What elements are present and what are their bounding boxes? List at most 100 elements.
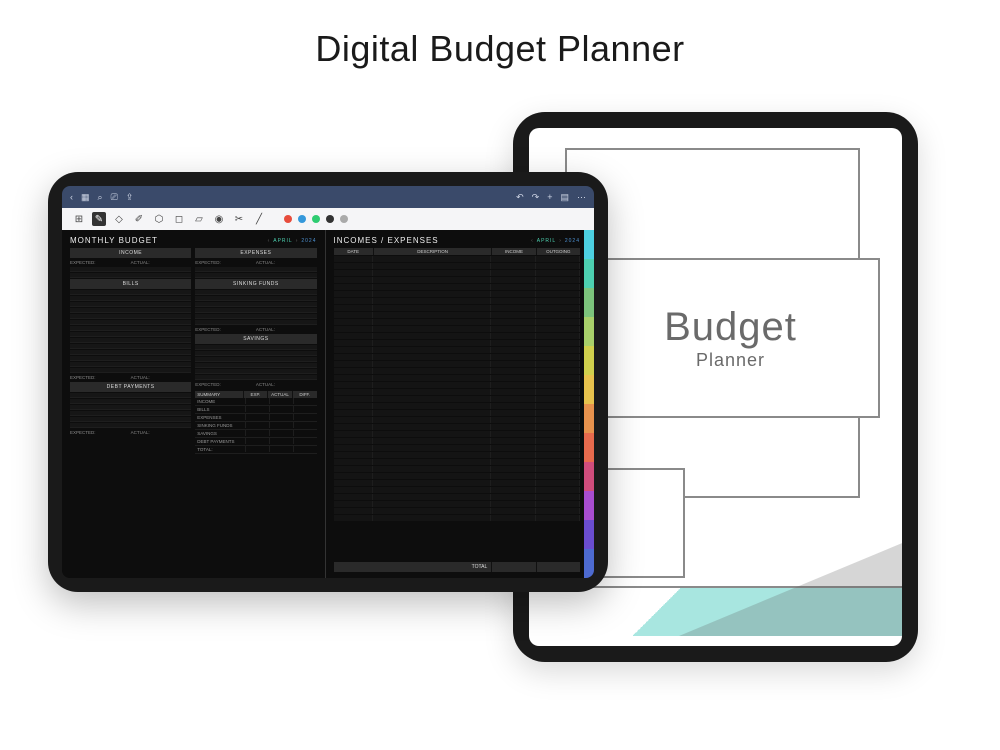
table-row[interactable]	[334, 375, 581, 381]
table-row[interactable]	[334, 347, 581, 353]
add-icon[interactable]: +	[547, 192, 552, 202]
table-row[interactable]	[334, 319, 581, 325]
table-row[interactable]	[195, 375, 316, 380]
color-black[interactable]	[326, 215, 334, 223]
table-row[interactable]	[70, 411, 191, 416]
table-row[interactable]	[334, 403, 581, 409]
table-row[interactable]	[334, 340, 581, 346]
table-row[interactable]	[334, 291, 581, 297]
prev-month-icon-r[interactable]: ‹	[531, 238, 534, 244]
undo-icon[interactable]: ↶	[516, 192, 524, 203]
table-row[interactable]	[334, 480, 581, 486]
month-tab-7[interactable]	[584, 404, 594, 433]
layers-icon[interactable]: ▤	[560, 192, 569, 203]
text-tool-icon[interactable]: ⊞	[72, 212, 86, 226]
share-icon[interactable]: ⇪	[126, 192, 134, 203]
table-row[interactable]	[334, 326, 581, 332]
table-row[interactable]	[334, 410, 581, 416]
lasso-tool-icon[interactable]: ⬡	[152, 212, 166, 226]
table-row[interactable]	[70, 296, 191, 301]
table-row[interactable]	[195, 345, 316, 350]
month-tab-2[interactable]	[584, 259, 594, 288]
table-row[interactable]	[70, 326, 191, 331]
month-tab-12[interactable]	[584, 549, 594, 578]
table-row[interactable]	[70, 399, 191, 404]
table-row[interactable]	[334, 396, 581, 402]
table-row[interactable]	[334, 368, 581, 374]
table-row[interactable]	[334, 298, 581, 304]
table-row[interactable]	[334, 494, 581, 500]
table-row[interactable]	[334, 312, 581, 318]
current-month-r[interactable]: APRIL	[537, 238, 556, 244]
redo-icon[interactable]: ↷	[532, 192, 540, 203]
table-row[interactable]	[70, 273, 191, 278]
table-row[interactable]	[70, 423, 191, 428]
month-tab-4[interactable]	[584, 317, 594, 346]
table-row[interactable]	[70, 290, 191, 295]
table-row[interactable]	[70, 356, 191, 361]
more-icon[interactable]: ⋯	[577, 192, 586, 203]
month-tab-1[interactable]	[584, 230, 594, 259]
image-tool-icon[interactable]: ▱	[192, 212, 206, 226]
color-red[interactable]	[284, 215, 292, 223]
month-tab-9[interactable]	[584, 462, 594, 491]
table-row[interactable]	[70, 320, 191, 325]
table-row[interactable]	[334, 508, 581, 514]
bookmark-icon[interactable]: ⎚	[111, 192, 118, 203]
current-year[interactable]: 2024	[301, 238, 316, 244]
month-tab-8[interactable]	[584, 433, 594, 462]
table-row[interactable]	[70, 302, 191, 307]
table-row[interactable]	[70, 350, 191, 355]
table-row[interactable]	[334, 382, 581, 388]
search-icon[interactable]: ⌕	[98, 192, 103, 203]
table-row[interactable]	[334, 389, 581, 395]
next-month-icon-r[interactable]: ›	[559, 238, 562, 244]
crop-tool-icon[interactable]: ✂	[232, 212, 246, 226]
table-row[interactable]	[334, 452, 581, 458]
table-row[interactable]	[334, 501, 581, 507]
table-row[interactable]	[334, 270, 581, 276]
month-tab-3[interactable]	[584, 288, 594, 317]
table-row[interactable]	[195, 308, 316, 313]
table-row[interactable]	[334, 445, 581, 451]
table-row[interactable]	[334, 466, 581, 472]
table-row[interactable]	[334, 305, 581, 311]
table-row[interactable]	[70, 344, 191, 349]
color-gray[interactable]	[340, 215, 348, 223]
table-row[interactable]	[334, 354, 581, 360]
month-tab-5[interactable]	[584, 346, 594, 375]
table-row[interactable]	[334, 284, 581, 290]
table-row[interactable]	[70, 417, 191, 422]
pen-tool-icon[interactable]: ✎	[92, 212, 106, 226]
month-tab-11[interactable]	[584, 520, 594, 549]
table-row[interactable]	[334, 438, 581, 444]
table-row[interactable]	[70, 338, 191, 343]
ruler-tool-icon[interactable]: ╱	[252, 212, 266, 226]
table-row[interactable]	[195, 273, 316, 278]
table-row[interactable]	[334, 277, 581, 283]
prev-month-icon[interactable]: ‹	[268, 238, 271, 244]
table-row[interactable]	[70, 332, 191, 337]
table-row[interactable]	[70, 393, 191, 398]
table-row[interactable]	[334, 333, 581, 339]
table-row[interactable]	[70, 267, 191, 272]
table-row[interactable]	[195, 314, 316, 319]
current-year-r[interactable]: 2024	[565, 238, 580, 244]
table-row[interactable]	[195, 320, 316, 325]
table-row[interactable]	[195, 369, 316, 374]
month-tab-6[interactable]	[584, 375, 594, 404]
current-month[interactable]: APRIL	[273, 238, 292, 244]
back-icon[interactable]: ‹	[70, 192, 73, 202]
color-blue[interactable]	[298, 215, 306, 223]
table-row[interactable]	[334, 263, 581, 269]
table-row[interactable]	[334, 487, 581, 493]
table-row[interactable]	[195, 296, 316, 301]
table-row[interactable]	[70, 405, 191, 410]
table-row[interactable]	[70, 308, 191, 313]
table-row[interactable]	[195, 267, 316, 272]
camera-tool-icon[interactable]: ◉	[212, 212, 226, 226]
eraser-tool-icon[interactable]: ◇	[112, 212, 126, 226]
next-month-icon[interactable]: ›	[296, 238, 299, 244]
table-row[interactable]	[334, 459, 581, 465]
table-row[interactable]	[70, 314, 191, 319]
